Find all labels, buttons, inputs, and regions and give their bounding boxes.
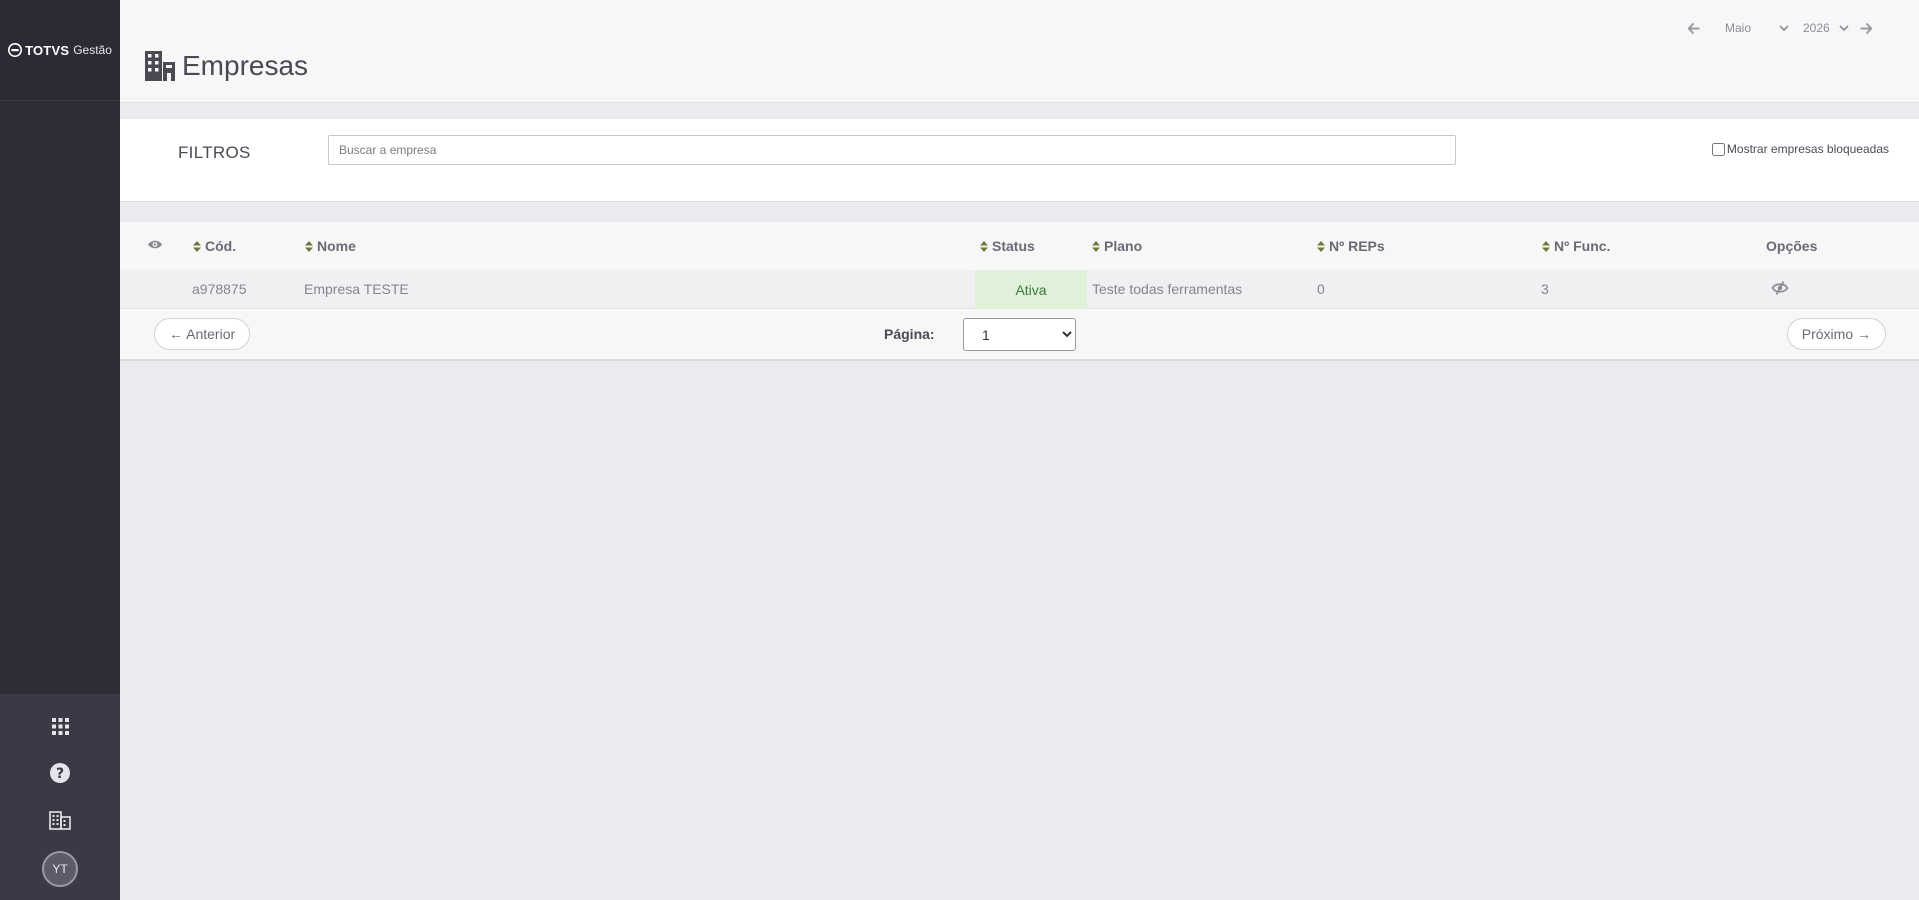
cell-reps: 0 (1317, 281, 1325, 297)
next-period-arrow-icon[interactable] (1855, 17, 1877, 39)
sidebar: TOTVS Gestão ? YT (0, 0, 120, 900)
buildings-icon (145, 51, 175, 81)
next-page-button[interactable]: Próximo → (1786, 318, 1886, 350)
page-header: Maio 2026 Empresas (120, 0, 1919, 103)
previous-period-arrow-icon[interactable] (1683, 17, 1705, 39)
period-selector: Maio 2026 (1683, 17, 1877, 39)
eye-slash-icon[interactable] (1771, 280, 1789, 299)
column-options-label: Opções (1766, 238, 1818, 254)
column-status-label: Status (992, 238, 1035, 254)
brand-product: Gestão (73, 43, 112, 57)
company-search-input[interactable] (328, 135, 1456, 165)
sort-icon (193, 240, 201, 252)
sort-icon (1542, 240, 1550, 252)
brand-logo[interactable]: TOTVS Gestão (0, 0, 120, 101)
month-value: Maio (1725, 21, 1752, 35)
page-title: Empresas (144, 50, 308, 82)
page-select[interactable]: 1 (963, 318, 1076, 351)
companies-table: Cód. Nome Status Plano Nº REPs Nº Func. … (120, 222, 1919, 361)
sort-icon (1317, 240, 1325, 252)
cell-employees: 3 (1541, 281, 1549, 297)
cell-name: Empresa TESTE (304, 281, 409, 297)
column-name-label: Nome (317, 238, 356, 254)
column-code[interactable]: Cód. (193, 238, 236, 254)
help-icon[interactable]: ? (48, 761, 72, 785)
column-status[interactable]: Status (980, 238, 1035, 254)
previous-page-button[interactable]: ← Anterior (154, 318, 251, 350)
totvs-logo: TOTVS (8, 43, 69, 58)
table-row[interactable]: a978875 Empresa TESTE Ativa Teste todas … (120, 270, 1919, 309)
brand-name: TOTVS (25, 42, 70, 58)
column-reps[interactable]: Nº REPs (1317, 238, 1385, 254)
eye-icon[interactable] (147, 239, 163, 250)
month-select[interactable]: Maio (1705, 21, 1793, 35)
cell-code: a978875 (192, 281, 247, 297)
year-value: 2026 (1803, 21, 1830, 35)
table-header: Cód. Nome Status Plano Nº REPs Nº Func. … (120, 222, 1919, 270)
sort-icon (980, 240, 988, 252)
filters-label: FILTROS (178, 143, 251, 162)
show-blocked-label: Mostrar empresas bloqueadas (1726, 142, 1889, 156)
show-blocked-toggle[interactable]: Mostrar empresas bloqueadas (1711, 142, 1889, 156)
year-select[interactable]: 2026 (1793, 21, 1855, 35)
apps-grid-icon[interactable] (48, 714, 72, 738)
svg-text:?: ? (56, 766, 64, 782)
filters-panel: FILTROS Mostrar empresas bloqueadas (120, 119, 1919, 202)
column-options: Opções (1766, 238, 1817, 254)
pagination: ← Anterior Página: 1 Próximo → (120, 309, 1919, 361)
column-plan-label: Plano (1104, 238, 1143, 254)
page-label: Página: (884, 326, 935, 342)
chevron-down-icon (1839, 24, 1849, 31)
cell-plan: Teste todas ferramentas (1092, 281, 1243, 297)
column-reps-label: Nº REPs (1329, 238, 1385, 254)
column-plan[interactable]: Plano (1092, 238, 1142, 254)
building-icon[interactable] (48, 808, 72, 832)
show-blocked-checkbox[interactable] (1711, 142, 1725, 156)
column-code-label: Cód. (205, 238, 237, 254)
sort-icon (305, 240, 313, 252)
sidebar-bottom: ? YT (0, 694, 120, 900)
page-title-text: Empresas (182, 50, 309, 81)
column-employees[interactable]: Nº Func. (1542, 238, 1610, 254)
column-employees-label: Nº Func. (1554, 238, 1611, 254)
status-badge: Ativa (975, 270, 1087, 309)
totvs-mark-icon (8, 43, 23, 57)
chevron-down-icon (1779, 24, 1789, 31)
column-name[interactable]: Nome (305, 238, 356, 254)
sort-icon (1092, 240, 1100, 252)
user-avatar[interactable]: YT (42, 851, 78, 887)
